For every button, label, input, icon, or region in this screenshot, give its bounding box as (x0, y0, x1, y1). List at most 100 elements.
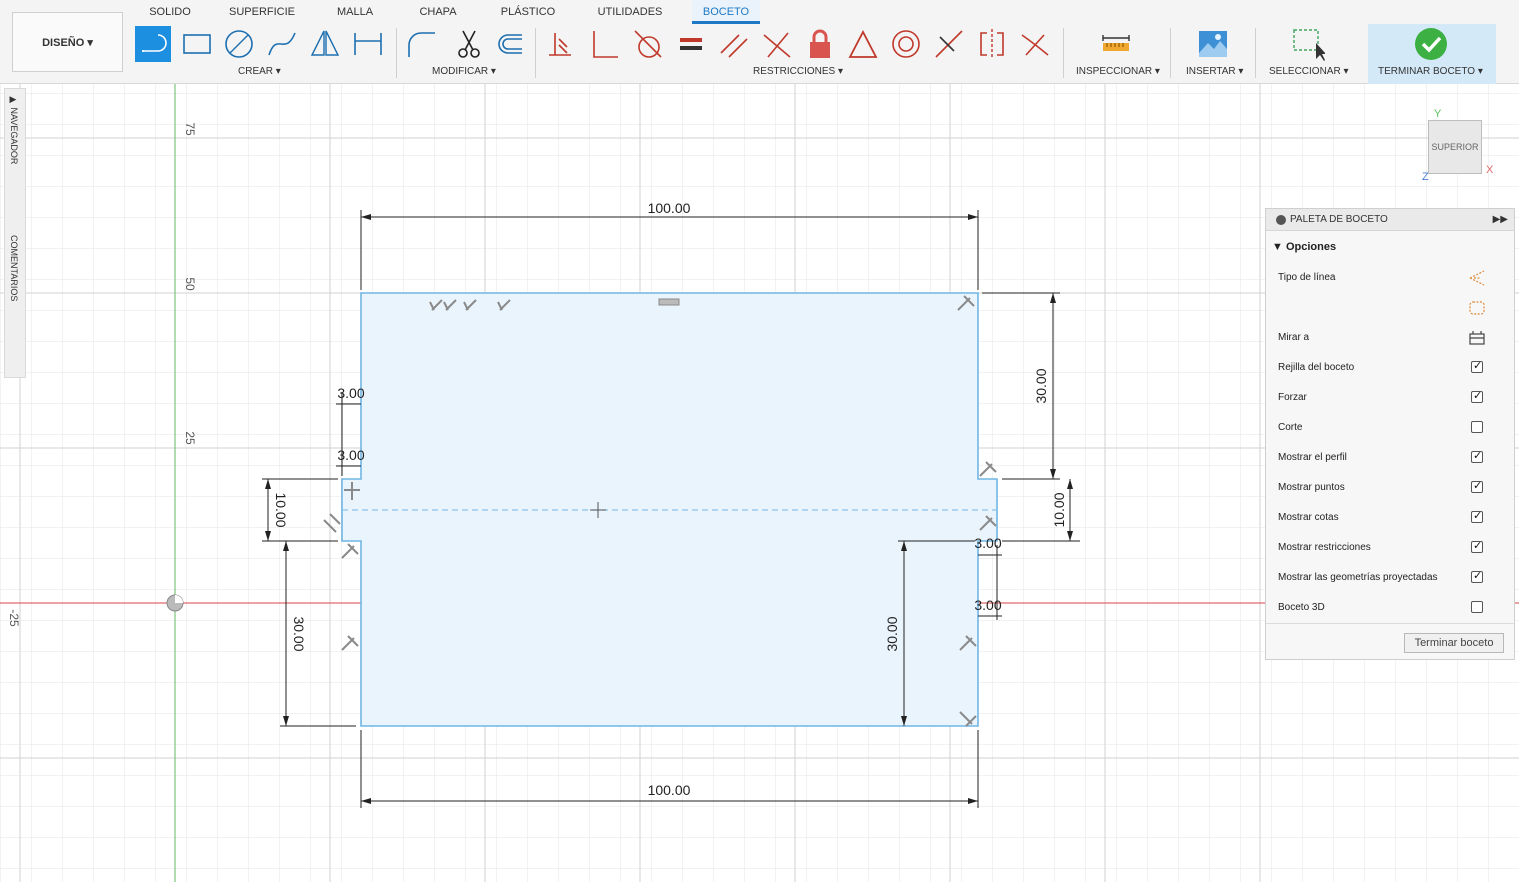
collinear-constraint[interactable] (587, 26, 623, 62)
option-snap: Forzar (1278, 392, 1307, 403)
perpendicular-constraint[interactable] (759, 26, 795, 62)
centerline-icon[interactable] (1468, 299, 1486, 317)
midpoint-constraint[interactable] (845, 26, 881, 62)
circle-tool[interactable] (221, 26, 257, 62)
tab-malla[interactable]: MALLA (333, 0, 377, 24)
slice-checkbox[interactable] (1471, 421, 1483, 433)
show-dimensions-checkbox[interactable] (1471, 509, 1483, 523)
line-tool[interactable] (135, 26, 171, 62)
circle-icon (225, 30, 253, 58)
tab-utilidades[interactable]: UTILIDADES (594, 0, 666, 24)
viewcube-face-label: SUPERIOR (1431, 142, 1479, 152)
construction-line-icon[interactable] (1468, 269, 1486, 287)
parallel-constraint[interactable] (716, 26, 752, 62)
divider (1266, 623, 1514, 624)
concentric-constraint[interactable] (888, 26, 924, 62)
options-label: Opciones (1285, 241, 1337, 253)
group-modificar[interactable]: MODIFICAR ▾ (432, 66, 496, 77)
tab-boceto[interactable]: BOCETO (692, 0, 760, 24)
workspace-dropdown[interactable]: DISEÑO ▾ (12, 12, 123, 72)
select-tool[interactable] (1290, 26, 1326, 62)
group-seleccionar[interactable]: SELECCIONAR ▾ (1269, 66, 1348, 77)
option-show-dimensions: Mostrar cotas (1278, 512, 1339, 523)
perpendicular-icon (593, 31, 618, 58)
dim-right-height-10[interactable]: 10.00 (1051, 492, 1067, 527)
dim-top-width[interactable]: 100.00 (648, 200, 691, 216)
show-projected-checkbox[interactable] (1471, 569, 1483, 583)
insert-image-tool[interactable] (1195, 26, 1231, 62)
group-insertar[interactable]: INSERTAR ▾ (1186, 66, 1243, 77)
dim-bottom-width[interactable]: 100.00 (648, 782, 691, 798)
dimension-icon (354, 33, 382, 55)
spline-icon (268, 32, 296, 56)
tab-plastico[interactable]: PLÁSTICO (497, 0, 559, 24)
line-icon (142, 34, 167, 52)
group-inspeccionar[interactable]: INSPECCIONAR ▾ (1076, 66, 1160, 77)
viewcube[interactable]: SUPERIOR (1428, 120, 1482, 174)
spline-tool[interactable] (264, 26, 300, 62)
show-constraints-checkbox[interactable] (1471, 539, 1483, 553)
side-panel: ▶ NAVEGADOR COMENTARIOS (4, 88, 26, 378)
curvature-constraint[interactable] (1017, 26, 1053, 62)
tab-chapa[interactable]: CHAPA (416, 0, 460, 24)
sketch-profile[interactable] (341, 292, 998, 727)
measure-tool[interactable] (1098, 26, 1134, 62)
look-at-icon[interactable] (1468, 329, 1486, 347)
finish-sketch-palette-button[interactable]: Terminar boceto (1404, 633, 1504, 653)
3d-sketch-checkbox[interactable] (1471, 601, 1483, 613)
tab-superficie[interactable]: SUPERFICIE (228, 0, 296, 24)
symmetry-icon (980, 29, 1004, 59)
collapse-icon[interactable] (1276, 215, 1286, 225)
snap-checkbox[interactable] (1471, 389, 1483, 403)
fillet-tool[interactable] (404, 26, 440, 62)
sketch-grid-checkbox[interactable] (1471, 359, 1483, 373)
tangent-constraint[interactable] (630, 26, 666, 62)
finish-sketch-button[interactable] (1413, 26, 1449, 62)
chevron-down-icon: ▼ (1272, 241, 1286, 253)
rectangle-tool[interactable] (179, 26, 215, 62)
ruler-icon (1102, 35, 1130, 51)
coincident-constraint[interactable] (544, 26, 580, 62)
viewcube-x-label: X (1486, 164, 1494, 176)
offset-tool[interactable] (491, 26, 527, 62)
dimension-tool[interactable] (350, 26, 386, 62)
sketch-palette: PALETA DE BOCETO ▶▶ ▼ Opciones Tipo de l… (1265, 208, 1515, 660)
show-profile-checkbox[interactable] (1471, 449, 1483, 463)
palette-header: PALETA DE BOCETO ▶▶ (1266, 209, 1514, 231)
equal-constraint[interactable] (673, 26, 709, 62)
navegador-tab[interactable]: ▶ NAVEGADOR (9, 95, 19, 164)
polygon-tool[interactable] (307, 26, 343, 62)
offset-icon (498, 34, 522, 54)
dim-right-offset-a[interactable]: 3.00 (974, 535, 1001, 551)
tab-solido[interactable]: SOLIDO (148, 0, 192, 24)
show-points-checkbox[interactable] (1471, 479, 1483, 493)
coincident-point-constraint[interactable] (931, 26, 967, 62)
option-slice: Corte (1278, 422, 1303, 433)
lock-icon (810, 29, 830, 58)
trim-tool[interactable] (450, 26, 486, 62)
fix-constraint[interactable] (802, 26, 838, 62)
triangle-icon (848, 30, 878, 58)
cross-lines-icon (763, 32, 791, 58)
scissors-icon (458, 30, 480, 58)
group-terminar-boceto[interactable]: TERMINAR BOCETO ▾ (1378, 66, 1483, 77)
option-show-constraints: Mostrar restricciones (1278, 542, 1371, 553)
dim-right-height-30-bottom[interactable]: 30.00 (884, 616, 900, 651)
equal-icon (680, 38, 702, 50)
selection-box-icon (1293, 29, 1325, 61)
dim-left-offset-b[interactable]: 3.00 (337, 447, 364, 463)
comentarios-tab[interactable]: COMENTARIOS (9, 235, 19, 301)
dim-left-height-30[interactable]: 30.00 (291, 616, 307, 651)
option-show-projected: Mostrar las geometrías proyectadas (1278, 572, 1438, 583)
dim-right-height-30-top[interactable]: 30.00 (1033, 368, 1049, 403)
dim-left-offset-a[interactable]: 3.00 (337, 385, 364, 401)
group-restricciones[interactable]: RESTRICCIONES ▾ (753, 66, 843, 77)
option-show-profile: Mostrar el perfil (1278, 452, 1347, 463)
dim-left-height-10[interactable]: 10.00 (273, 492, 289, 527)
tick-50: 50 (183, 277, 197, 291)
group-crear[interactable]: CREAR ▾ (238, 66, 281, 77)
symmetry-constraint[interactable] (974, 26, 1010, 62)
expand-icon[interactable]: ▶▶ (1493, 209, 1508, 231)
dim-right-offset-b[interactable]: 3.00 (974, 597, 1001, 613)
options-section[interactable]: ▼ Opciones (1272, 241, 1336, 253)
